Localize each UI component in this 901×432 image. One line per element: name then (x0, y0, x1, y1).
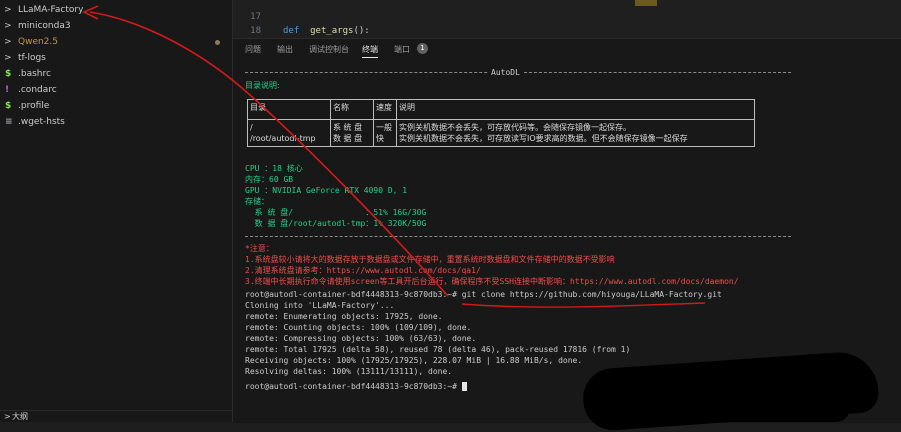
tree-item-condarc[interactable]: ! .condarc (0, 82, 232, 98)
gpu-info: GPU ：NVIDIA GeForce RTX 4090 D, 1 (245, 186, 408, 195)
chevron-right-icon: > (4, 21, 12, 31)
output-line: remote: Enumerating objects: 17925, done… (245, 312, 443, 321)
output-line: Receiving objects: 100% (17925/17925), 2… (245, 356, 583, 365)
dir-title: 目录说明: (245, 81, 280, 90)
outline-label: 大纲 (12, 412, 28, 421)
tab-terminal[interactable]: 终端 (362, 44, 378, 58)
yaml-file-icon: ! (5, 85, 10, 95)
autodl-header: AutoDL (489, 67, 522, 78)
function-name: get_args (310, 26, 354, 36)
storage-system-disk: 系 统 盘/ ：51% 16G/30G (245, 208, 427, 217)
storage-title: 存储： (245, 197, 269, 206)
shell-file-icon: $ (5, 101, 12, 111)
tree-item-label: .wget-hsts (18, 117, 65, 127)
cpu-info: CPU ：18 核心 (245, 164, 303, 173)
explorer-sidebar: > LLaMA-Factory > miniconda3 > Qwen2.5 >… (0, 0, 233, 422)
output-line: remote: Compressing objects: 100% (63/63… (245, 334, 477, 343)
chevron-right-icon: > (4, 37, 12, 47)
code-rest: (): (353, 26, 370, 36)
tab-output[interactable]: 输出 (277, 44, 293, 55)
storage-data-disk: 数 据 盘/root/autodl-tmp：1% 320K/50G (245, 219, 427, 228)
keyword: def (283, 26, 300, 36)
tree-item-label: .profile (18, 101, 50, 111)
chevron-right-icon: > (4, 412, 11, 421)
tree-item-llama-factory[interactable]: > LLaMA-Factory (0, 2, 232, 18)
tree-item-bashrc[interactable]: $ .bashrc (0, 66, 232, 82)
table-cell: 一般快 (373, 119, 397, 147)
prompt-line: root@autodl-container-bdf4448313-9c870db… (245, 381, 467, 392)
tree-item-label: miniconda3 (18, 21, 71, 31)
tab-ports[interactable]: 端口 (394, 44, 410, 55)
table-cell: 实例关机数据不会丢失，可存放代码等。会随保存镜像一起保存。 实例关机数据不会丢失，… (396, 119, 755, 147)
table-header: 目录 (247, 99, 331, 120)
table-header: 名称 (330, 99, 374, 120)
terminal-cursor (461, 382, 467, 391)
output-line: remote: Counting objects: 100% (109/109)… (245, 323, 472, 332)
memory-info: 内存：60 GB (245, 175, 294, 184)
table-cell: 系 统 盘数 据 盘 (330, 119, 374, 147)
selection-highlight (635, 0, 657, 6)
prompt-text: root@autodl-container-bdf4448313-9c870db… (245, 382, 462, 391)
notes-title: *注意： (245, 244, 274, 253)
output-line: Cloning into 'LLaMA-Factory'... (245, 301, 395, 310)
tree-item-label: Qwen2.5 (18, 37, 58, 47)
code-line: def get_args(): (283, 26, 370, 36)
line-number: 18 (250, 26, 261, 36)
table-header: 说明 (396, 99, 755, 120)
chevron-right-icon: > (4, 5, 12, 15)
note-line: 2.清理系统盘请参考：https://www.autodl.com/docs/q… (245, 266, 481, 275)
table-header: 速度 (373, 99, 397, 120)
text-file-icon: ≡ (5, 117, 13, 127)
tree-item-label: .condarc (18, 85, 57, 95)
table-cell: //root/autodl-tmp (247, 119, 331, 147)
tab-problems[interactable]: 问题 (245, 44, 261, 55)
modified-dot-icon (215, 40, 220, 45)
tab-debug-console[interactable]: 调试控制台 (309, 44, 349, 55)
divider-line (245, 236, 791, 237)
ports-count-badge: 1 (417, 43, 428, 54)
output-line: remote: Total 17925 (delta 58), reused 7… (245, 345, 631, 354)
tree-item-label: LLaMA-Factory (18, 5, 84, 15)
tree-item-wget-hsts[interactable]: ≡ .wget-hsts (0, 114, 232, 130)
command-line: root@autodl-container-bdf4448313-9c870db… (245, 290, 722, 299)
note-line: 3.终端中长期执行命令请使用screen等工具开后台运行，确保程序不受SSH连接… (245, 277, 739, 286)
code-editor[interactable]: 17 18 def get_args(): (233, 0, 901, 38)
shell-file-icon: $ (5, 69, 12, 79)
redaction-mark (620, 394, 850, 422)
table-row: //root/autodl-tmp 系 统 盘数 据 盘 一般快 实例关机数据不… (247, 119, 755, 147)
chevron-right-icon: > (4, 53, 12, 63)
line-number: 17 (250, 12, 261, 22)
directory-table: 目录 名称 速度 说明 //root/autodl-tmp 系 统 盘数 据 盘… (247, 99, 755, 147)
output-line: Resolving deltas: 100% (13111/13111), do… (245, 367, 453, 376)
tree-item-label: .bashrc (18, 69, 51, 79)
tree-item-tf-logs[interactable]: > tf-logs (0, 50, 232, 66)
tree-item-miniconda3[interactable]: > miniconda3 (0, 18, 232, 34)
tree-item-profile[interactable]: $ .profile (0, 98, 232, 114)
tree-item-qwen2-5[interactable]: > Qwen2.5 (0, 34, 232, 50)
note-line: 1.系统盘较小请将大的数据存放于数据盘或文件存储中，重置系统时数据盘和文件存储中… (245, 255, 615, 264)
tree-item-label: tf-logs (18, 53, 46, 63)
panel-tabs: 问题 输出 调试控制台 终端 端口 1 (233, 39, 901, 61)
outline-section-header[interactable]: > 大纲 (0, 410, 232, 423)
